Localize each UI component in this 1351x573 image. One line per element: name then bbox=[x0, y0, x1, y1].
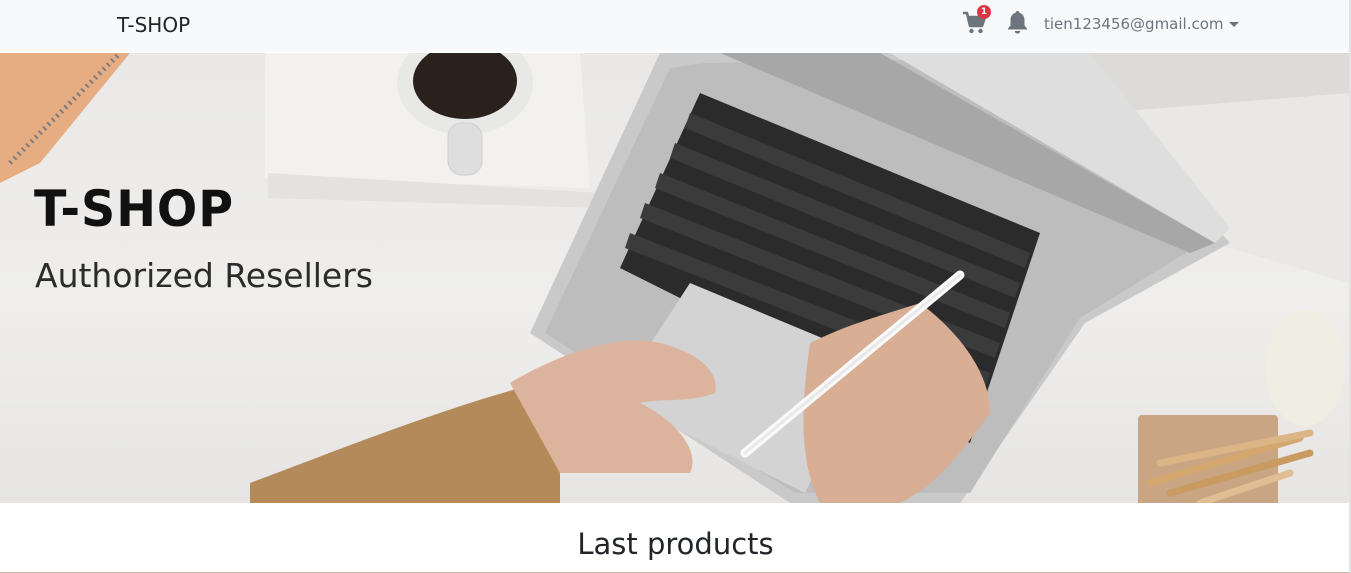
user-dropdown-toggle[interactable]: tien123456@gmail.com bbox=[1044, 14, 1239, 34]
hero-subtitle: Authorized Resellers bbox=[35, 256, 373, 295]
brand-link[interactable]: T-SHOP bbox=[117, 13, 190, 37]
top-navbar: T-SHOP 1 tien123456@gmail.com bbox=[0, 0, 1351, 52]
hero-title: T-SHOP bbox=[34, 180, 235, 238]
bell-icon bbox=[1008, 11, 1027, 34]
cart-count-badge: 1 bbox=[977, 5, 991, 19]
caret-down-icon bbox=[1228, 22, 1239, 27]
hero-banner: T-SHOP Authorized Resellers bbox=[0, 53, 1349, 503]
user-email: tien123456@gmail.com bbox=[1044, 15, 1224, 33]
last-products-heading: Last products bbox=[577, 527, 774, 561]
notifications-link[interactable] bbox=[1005, 9, 1030, 35]
